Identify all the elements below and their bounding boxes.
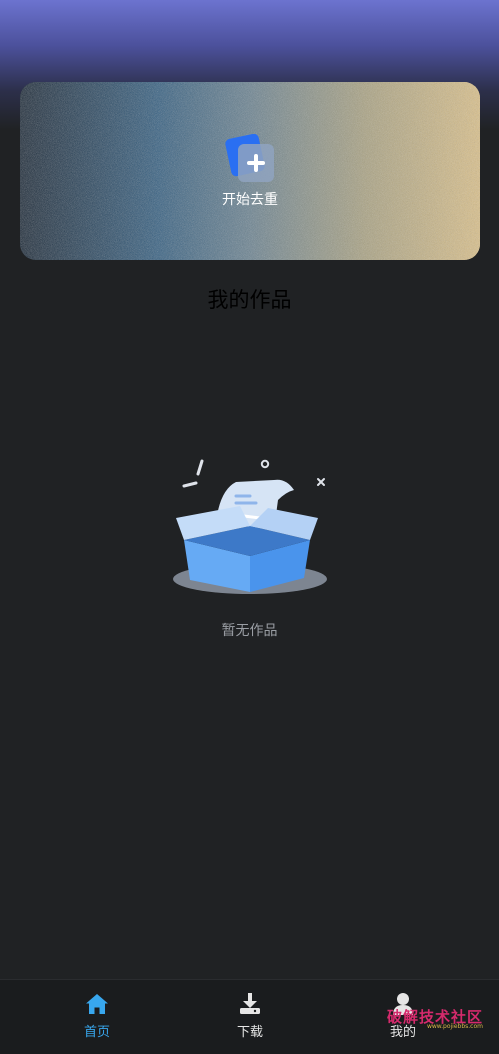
add-document-icon[interactable] [224, 134, 278, 186]
nav-label-download: 下载 [236, 1025, 263, 1040]
home-icon [86, 994, 108, 1014]
nav-item-download[interactable]: 下载 [205, 990, 295, 1046]
watermark: 破解技术社区 www.pojiebbs.com [379, 1006, 489, 1034]
download-icon [240, 993, 260, 1014]
start-dedup-label[interactable]: 开始去重 [150, 189, 350, 209]
nav-label-home: 首页 [83, 1025, 110, 1040]
section-title-my-works: 我的作品 [207, 288, 292, 312]
nav-item-home[interactable]: 首页 [52, 990, 142, 1046]
empty-box-illustration [173, 459, 327, 594]
watermark-url: www.pojiebbs.com [426, 1023, 483, 1030]
empty-state-text: 暂无作品 [221, 623, 278, 639]
